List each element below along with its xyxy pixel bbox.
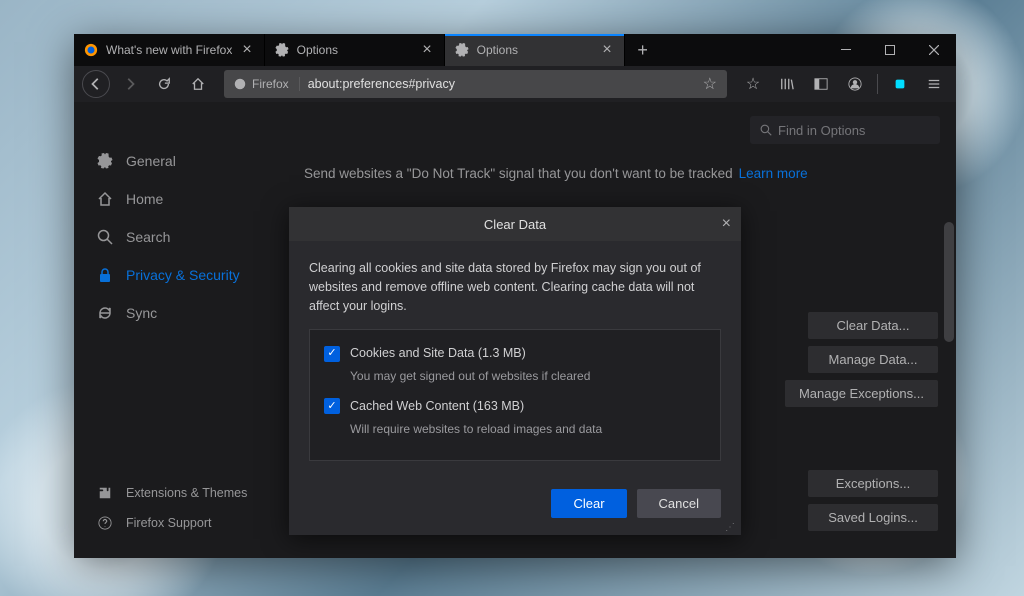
cancel-button[interactable]: Cancel [637, 489, 721, 518]
tab-title: Options [477, 43, 593, 57]
navbar: Firefox about:preferences#privacy ☆ ☆ [74, 66, 956, 102]
tab-strip: What's new with Firefox × Options × Opti… [74, 34, 824, 66]
maximize-button[interactable] [868, 34, 912, 66]
dialog-header: Clear Data × [289, 207, 741, 241]
library-icon[interactable] [773, 70, 801, 98]
back-button[interactable] [82, 70, 110, 98]
dialog-body: Clearing all cookies and site data store… [289, 241, 741, 475]
forward-button[interactable] [116, 70, 144, 98]
gear-icon [275, 43, 289, 57]
checkbox-checked-icon[interactable]: ✓ [324, 346, 340, 362]
tab-whats-new[interactable]: What's new with Firefox × [74, 34, 265, 66]
dialog-backdrop: Clear Data × Clearing all cookies and si… [74, 102, 956, 558]
home-button[interactable] [184, 70, 212, 98]
dialog-description: Clearing all cookies and site data store… [309, 259, 721, 315]
cache-option: ✓ Cached Web Content (163 MB) Will requi… [324, 397, 706, 438]
minimize-button[interactable] [824, 34, 868, 66]
close-icon[interactable]: × [420, 39, 433, 61]
urlbar[interactable]: Firefox about:preferences#privacy ☆ [224, 70, 727, 98]
identity-label: Firefox [252, 77, 289, 91]
window-controls [824, 34, 956, 66]
bookmark-star-icon[interactable]: ☆ [703, 74, 717, 94]
checkbox-checked-icon[interactable]: ✓ [324, 398, 340, 414]
account-icon[interactable] [841, 70, 869, 98]
tab-title: What's new with Firefox [106, 43, 232, 57]
tab-title: Options [297, 43, 413, 57]
dialog-options: ✓ Cookies and Site Data (1.3 MB) You may… [309, 329, 721, 461]
option-sub: You may get signed out of websites if cl… [350, 367, 706, 385]
extension-icon[interactable] [886, 70, 914, 98]
option-sub: Will require websites to reload images a… [350, 420, 706, 438]
separator [877, 74, 878, 94]
new-tab-button[interactable]: + [625, 34, 661, 66]
firefox-icon [84, 43, 98, 57]
clear-button[interactable]: Clear [551, 489, 626, 518]
option-label: Cached Web Content (163 MB) [350, 397, 524, 416]
menu-button[interactable] [920, 70, 948, 98]
dialog-title: Clear Data [484, 217, 546, 232]
content-area: General Home Search Privacy & Security S… [74, 102, 956, 558]
tab-options-2[interactable]: Options × [445, 34, 625, 66]
tab-options-1[interactable]: Options × [265, 34, 445, 66]
firefox-icon [234, 78, 246, 90]
gear-icon [455, 43, 469, 57]
identity-box[interactable]: Firefox [234, 77, 300, 91]
clear-data-dialog: Clear Data × Clearing all cookies and si… [289, 207, 741, 535]
titlebar: What's new with Firefox × Options × Opti… [74, 34, 956, 66]
close-button[interactable] [912, 34, 956, 66]
close-icon[interactable]: × [600, 39, 613, 61]
url-text: about:preferences#privacy [308, 77, 695, 91]
reload-button[interactable] [150, 70, 178, 98]
toolbar-buttons: ☆ [739, 70, 948, 98]
pocket-icon[interactable]: ☆ [739, 70, 767, 98]
option-label: Cookies and Site Data (1.3 MB) [350, 344, 526, 363]
close-icon[interactable]: × [722, 215, 731, 233]
cookies-option: ✓ Cookies and Site Data (1.3 MB) You may… [324, 344, 706, 385]
close-icon[interactable]: × [240, 39, 253, 61]
sidebar-icon[interactable] [807, 70, 835, 98]
firefox-window: What's new with Firefox × Options × Opti… [74, 34, 956, 558]
resize-grip-icon[interactable]: ⋰ [289, 522, 741, 535]
